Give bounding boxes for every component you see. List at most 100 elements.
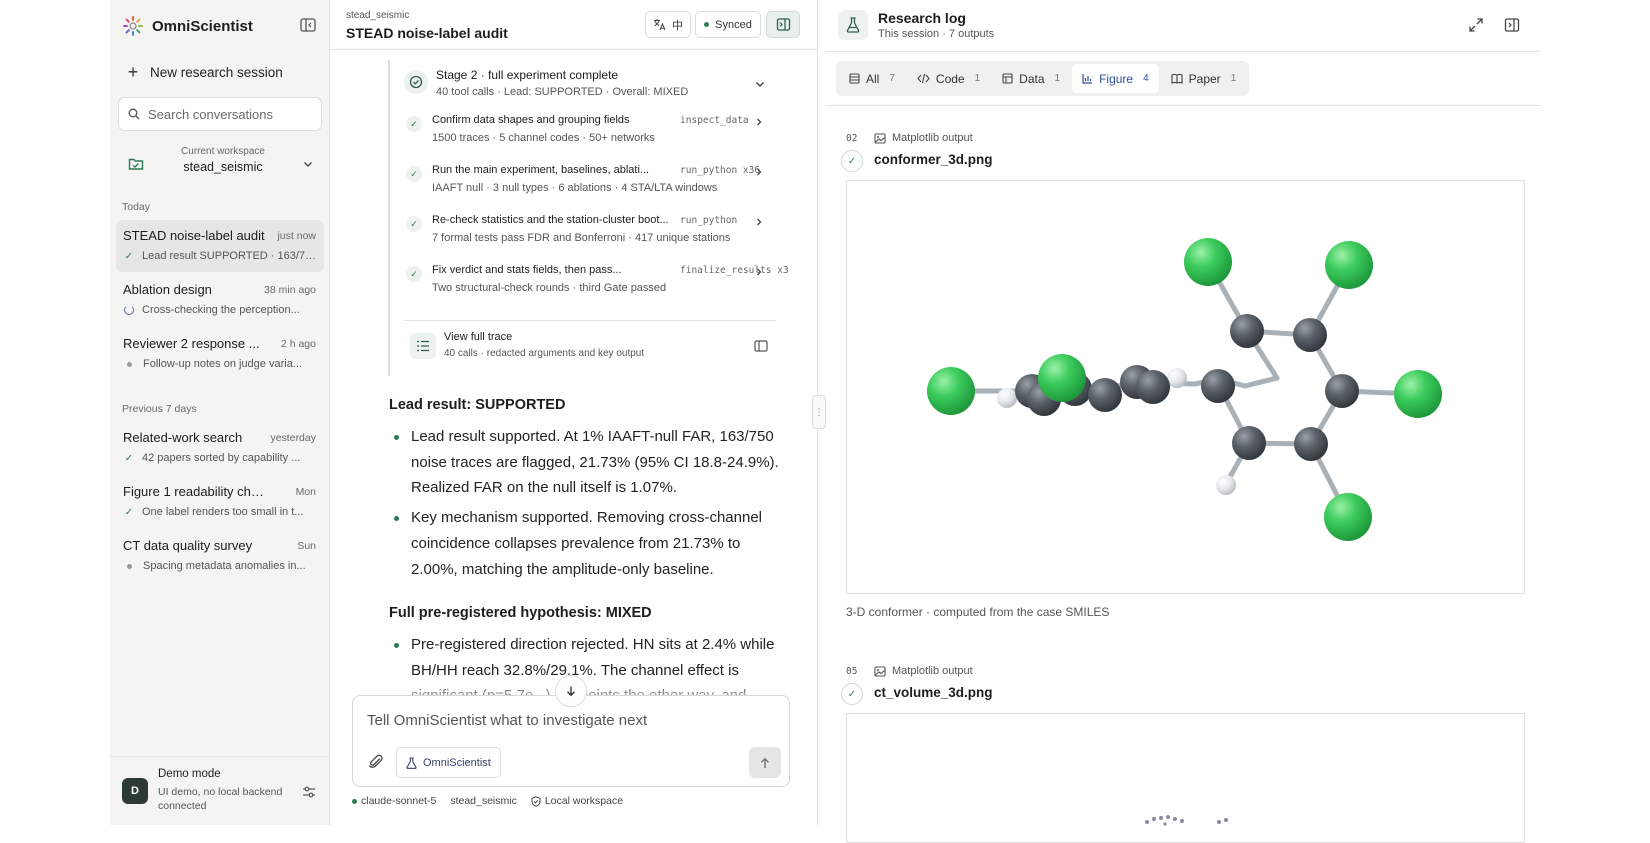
workspace-name: stead_seismic (183, 160, 263, 174)
output-kind-label: Matplotlib output (892, 132, 973, 144)
chevron-right-icon (757, 268, 762, 276)
step-row[interactable]: ✓ Re-check statistics and the station-cl… (404, 210, 770, 254)
step-subtitle: Two structural-check rounds · third Gate… (432, 282, 667, 294)
expand-icon[interactable] (1468, 17, 1484, 33)
group-label-today: Today (122, 201, 151, 213)
page-title: STEAD noise-label audit (346, 25, 508, 41)
panel-resize-handle[interactable]: ⋮ (812, 395, 826, 429)
language-toggle-button[interactable]: 中 (645, 11, 691, 38)
workspace-mode-label: Local workspace (544, 795, 624, 807)
tab-count: 1 (974, 73, 981, 84)
sidebar-collapse-icon[interactable] (299, 16, 317, 34)
check-icon: ✓ (406, 166, 422, 182)
conversation-item[interactable]: Related-work search yesterday ✓ 42 papers… (116, 422, 324, 474)
scroll-to-bottom-button[interactable] (555, 675, 587, 707)
status-dot-icon (127, 563, 132, 569)
agent-selector-button[interactable]: OmniScientist (396, 747, 501, 778)
conversation-item[interactable]: Reviewer 2 response ... 2 h ago Follow-u… (116, 328, 324, 380)
paperclip-icon[interactable] (367, 753, 385, 771)
demo-mode-panel: D Demo mode UI demo, no local backend co… (110, 756, 330, 825)
step-title: Run the main experiment, baselines, abla… (432, 164, 650, 176)
stage-subtitle: 40 tool calls · Lead: SUPPORTED · Overal… (436, 86, 689, 98)
output-filename[interactable]: ct_volume_3d.png (874, 685, 993, 700)
brand-logo-icon (123, 16, 143, 36)
conversation-time: Mon (295, 486, 316, 498)
chevron-right-icon (757, 218, 762, 226)
conversation-item[interactable]: CT data quality survey Sun Spacing metad… (116, 530, 324, 582)
conversation-item[interactable]: Ablation design 38 min ago Cross-checkin… (116, 274, 324, 326)
trace-list-icon (410, 333, 436, 359)
filter-tabs: All 7 Code 1 Data 1 Figure 4 Paper 1 (836, 61, 1250, 96)
step-row[interactable]: ✓ Confirm data shapes and grouping field… (404, 110, 770, 154)
conversation-item[interactable]: STEAD noise-label audit just now ✓ Lead r… (116, 220, 324, 272)
figure-frame[interactable] (846, 713, 1525, 843)
molecule-figure (927, 238, 1442, 541)
spinner-icon (124, 305, 134, 315)
tab-figure[interactable]: Figure 4 (1072, 64, 1159, 93)
output-kind: Matplotlib output (874, 665, 973, 677)
conversation-time: 2 h ago (280, 338, 316, 350)
flask-icon (838, 10, 868, 40)
toggle-research-log-button[interactable] (766, 11, 800, 38)
view-full-trace-button[interactable]: View full trace 40 calls · redacted argu… (404, 320, 776, 370)
step-tool: finalize_results x3 (680, 265, 789, 276)
full-hypothesis-heading: Full pre-registered hypothesis: MIXED (389, 605, 652, 621)
settings-sliders-icon[interactable] (302, 785, 316, 799)
step-tool: run_python (680, 215, 738, 226)
message-input[interactable]: Tell OmniScientist what to investigate n… (367, 712, 647, 729)
step-row[interactable]: ✓ Run the main experiment, baselines, ab… (404, 160, 770, 204)
status-dot-icon (352, 798, 357, 804)
plus-icon: + (127, 62, 139, 82)
tab-all[interactable]: All 7 (839, 64, 905, 93)
chlorine-atom (1324, 493, 1372, 541)
tab-paper[interactable]: Paper 1 (1161, 64, 1247, 93)
step-title: Fix verdict and stats fields, then pass.… (432, 264, 622, 276)
close-panel-icon[interactable] (1504, 17, 1520, 33)
workspace-label: Current workspace (181, 146, 265, 157)
sync-label: Synced (715, 18, 752, 31)
stage-header[interactable]: Stage 2 · full experiment complete 40 to… (404, 66, 770, 102)
conversation-title: Figure 1 readability check (123, 484, 271, 499)
output-card: 05 Matplotlib output ✓ ct_volume_3d.png (841, 665, 1526, 843)
check-icon: ✓ (124, 452, 134, 464)
send-button[interactable] (749, 747, 781, 778)
sidebar: OmniScientist + New research session Sea… (110, 0, 330, 825)
search-input[interactable]: Search conversations (118, 97, 322, 131)
tab-label: All (866, 71, 880, 86)
right-gutter (1540, 0, 1650, 825)
output-kind-label: Matplotlib output (892, 665, 973, 677)
tab-label: Data (1019, 71, 1045, 86)
output-index: 02 (846, 133, 858, 144)
status-footer: claude-sonnet-5 stead_seismic Local work… (352, 795, 623, 807)
conversation-item[interactable]: Figure 1 readability check Mon ✓ One labe… (116, 476, 324, 528)
model-status: claude-sonnet-5 (352, 795, 436, 807)
research-log-panel: Research log This session · 7 outputs Al… (826, 0, 1540, 843)
breadcrumb[interactable]: stead_seismic (346, 10, 409, 21)
side-panel-icon[interactable] (754, 339, 768, 353)
carbon-atom (1230, 314, 1264, 348)
chevron-right-icon (757, 118, 762, 126)
workspace-mode: Local workspace (531, 795, 623, 807)
output-filename[interactable]: conformer_3d.png (874, 152, 993, 167)
hydrogen-atom (997, 388, 1017, 408)
arrow-up-icon (761, 757, 769, 768)
step-row[interactable]: ✓ Fix verdict and stats fields, then pas… (404, 260, 789, 304)
workspace-selector[interactable]: Current workspace stead_seismic (118, 144, 322, 184)
footer-workspace: stead_seismic (450, 795, 517, 807)
research-log-title: Research log (878, 10, 966, 26)
step-tool: run_python x36 (680, 165, 761, 176)
image-icon (874, 132, 886, 144)
carbon-atom (1232, 426, 1266, 460)
tab-code[interactable]: Code 1 (907, 64, 990, 93)
sync-dot-icon (704, 22, 710, 27)
tab-data[interactable]: Data 1 (992, 64, 1070, 93)
sync-status-badge: Synced (695, 11, 761, 38)
new-session-button[interactable]: + New research session (120, 58, 320, 86)
brand: OmniScientist (122, 14, 253, 38)
model-name: claude-sonnet-5 (361, 795, 437, 807)
check-icon: ✓ (124, 506, 134, 518)
carbon-atom (1325, 374, 1359, 408)
chevron-down-icon (304, 162, 312, 167)
figure-frame[interactable] (846, 180, 1525, 594)
point-cloud (1145, 815, 1228, 826)
